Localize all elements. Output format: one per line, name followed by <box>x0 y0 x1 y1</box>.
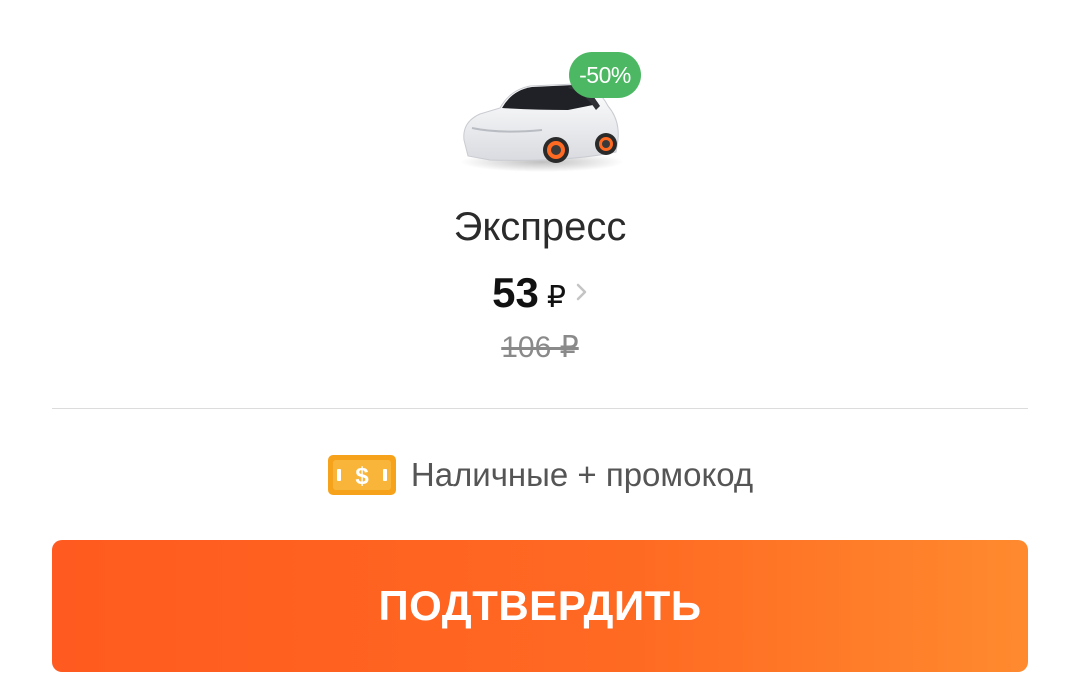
svg-text:$: $ <box>355 463 369 490</box>
old-price: 106 ₽ <box>501 331 579 364</box>
price-currency: ₽ <box>546 281 566 314</box>
tariff-card[interactable]: -50% Экспресс 53 ₽ 106 ₽ <box>0 0 1080 400</box>
discount-badge: -50% <box>569 52 641 98</box>
cash-icon: $ <box>327 454 397 496</box>
chevron-right-icon[interactable] <box>576 272 588 322</box>
confirm-button[interactable]: ПОДТВЕРДИТЬ <box>52 540 1028 672</box>
tariff-name: Экспресс <box>453 205 627 249</box>
payment-method[interactable]: $ Наличные + промокод <box>0 452 1080 498</box>
divider <box>52 408 1028 409</box>
payment-label: Наличные + промокод <box>410 456 754 493</box>
price-value: 53 <box>492 269 539 316</box>
price-row[interactable]: 53 ₽ <box>0 268 1080 318</box>
